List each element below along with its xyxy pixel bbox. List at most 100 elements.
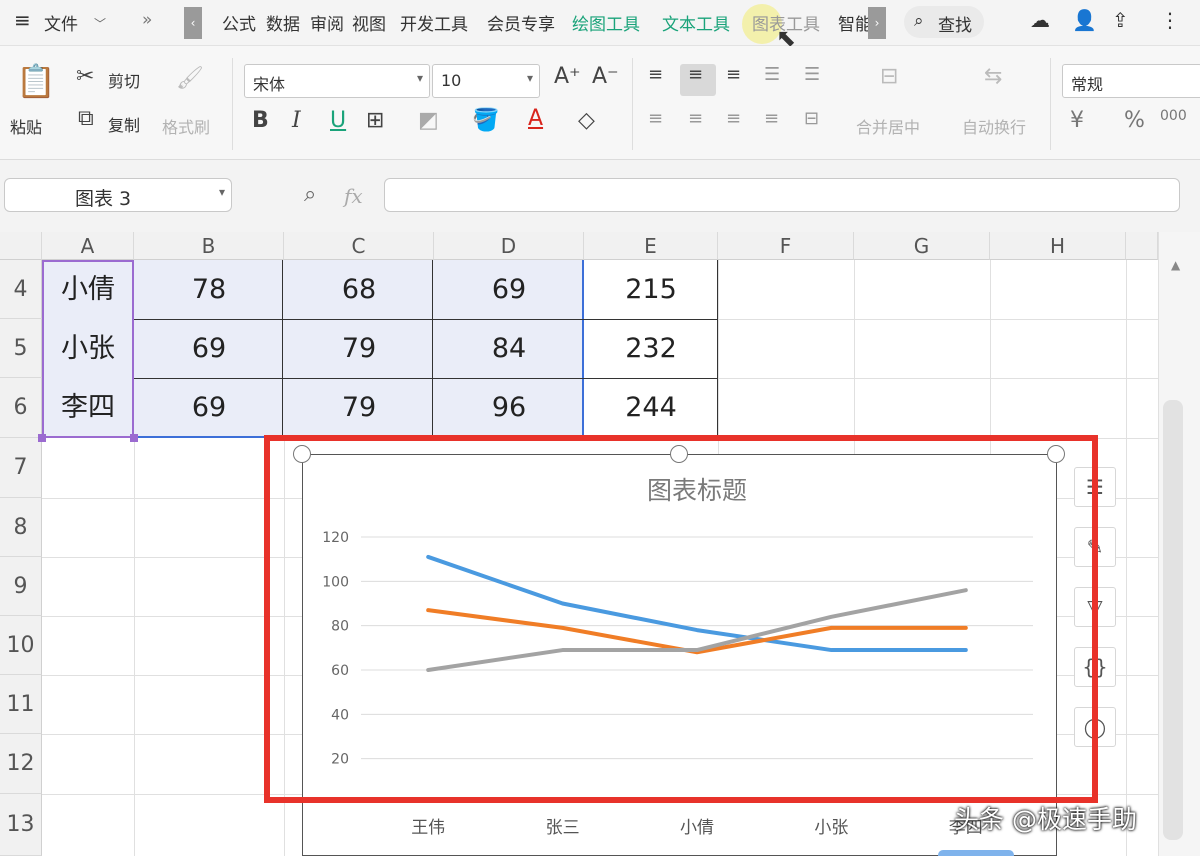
column-header[interactable]: H <box>990 232 1126 260</box>
wrap-text-button[interactable]: 自动换行 <box>962 114 1026 138</box>
bold-button[interactable]: B <box>252 108 269 133</box>
column-header[interactable]: D <box>434 232 584 260</box>
number-format-select[interactable]: 常规 <box>1062 64 1200 98</box>
cell[interactable]: 79 <box>284 319 434 378</box>
tab-drawing-tools[interactable]: 绘图工具 <box>572 10 640 35</box>
copy-button[interactable]: 复制 <box>108 112 140 136</box>
name-box[interactable]: 图表 3 ▾ <box>4 178 232 212</box>
cell[interactable]: 68 <box>284 260 434 319</box>
cell[interactable]: 69 <box>134 378 284 438</box>
column-header <box>1126 232 1158 260</box>
format-painter-button[interactable]: 格式刷 <box>162 114 210 138</box>
paste-button[interactable]: 粘贴 <box>10 114 42 138</box>
border-icon[interactable]: ⊞ <box>366 108 384 133</box>
row-header[interactable]: 4 <box>0 260 42 319</box>
cell[interactable]: 232 <box>584 319 718 378</box>
scroll-left-button[interactable]: ‹ <box>184 7 202 39</box>
hamburger-icon[interactable]: ≡ <box>14 8 31 32</box>
column-header[interactable]: F <box>718 232 854 260</box>
scroll-up-icon[interactable]: ▲ <box>1171 258 1180 272</box>
cell[interactable]: 小张 <box>42 319 134 378</box>
copy-icon[interactable]: ⧉ <box>78 106 94 131</box>
underline-button[interactable]: U <box>330 108 346 133</box>
zoom-icon[interactable]: ⌕ <box>304 182 316 207</box>
tab-developer[interactable]: 开发工具 <box>400 10 468 35</box>
align-bottom-icon[interactable]: ≡ <box>726 64 741 85</box>
merge-icon[interactable]: ⊟ <box>880 64 898 89</box>
tab-formula[interactable]: 公式 <box>222 10 256 35</box>
align-left-icon[interactable]: ≡ <box>648 108 663 129</box>
row-header[interactable]: 8 <box>0 498 42 557</box>
formula-input[interactable] <box>384 178 1180 212</box>
more-icon[interactable]: ⋮ <box>1160 8 1180 32</box>
floating-button[interactable] <box>938 850 1014 856</box>
cut-button[interactable]: 剪切 <box>108 68 140 92</box>
currency-icon[interactable]: ¥ <box>1070 108 1084 133</box>
cloud-sync-icon[interactable]: ☁ <box>1030 8 1050 32</box>
select-all-corner[interactable] <box>0 232 42 260</box>
share-icon[interactable]: ⇪ <box>1112 8 1129 32</box>
cell[interactable]: 96 <box>434 378 584 438</box>
column-header[interactable]: B <box>134 232 284 260</box>
align-right-icon[interactable]: ≡ <box>726 108 741 129</box>
cell[interactable]: 79 <box>284 378 434 438</box>
decrease-font-icon[interactable]: A⁻ <box>592 64 619 89</box>
tab-member[interactable]: 会员专享 <box>487 10 555 35</box>
font-name-select[interactable]: 宋体 ▾ <box>244 64 430 98</box>
column-header[interactable]: E <box>584 232 718 260</box>
row-header[interactable]: 7 <box>0 438 42 498</box>
outdent-icon[interactable]: ☰ <box>804 64 820 85</box>
clipboard-icon[interactable]: 📋 <box>16 62 56 100</box>
wrap-icon[interactable]: ⇆ <box>984 64 1002 89</box>
row-header[interactable]: 5 <box>0 319 42 378</box>
vertical-scrollbar[interactable]: ▲ <box>1158 232 1200 856</box>
row-header[interactable]: 11 <box>0 675 42 734</box>
eraser-icon[interactable]: ◇ <box>578 108 595 133</box>
cell[interactable]: 215 <box>584 260 718 319</box>
fill-color-icon[interactable]: 🪣 <box>472 108 499 133</box>
cell[interactable]: 69 <box>134 319 284 378</box>
row-header[interactable]: 10 <box>0 616 42 675</box>
cell[interactable]: 78 <box>134 260 284 319</box>
tab-data[interactable]: 数据 <box>266 10 300 35</box>
tab-view[interactable]: 视图 <box>352 10 386 35</box>
add-user-icon[interactable]: 👤 <box>1072 8 1097 32</box>
increase-font-icon[interactable]: A⁺ <box>554 64 581 89</box>
align-center-icon[interactable]: ≡ <box>688 108 703 129</box>
distribute-icon[interactable]: ⊟ <box>804 108 819 129</box>
justify-icon[interactable]: ≡ <box>764 108 779 129</box>
cell[interactable]: 84 <box>434 319 584 378</box>
chevron-down-icon[interactable]: ﹀ <box>94 15 106 32</box>
tab-review[interactable]: 审阅 <box>310 10 344 35</box>
more-tabs-icon[interactable]: » <box>142 10 152 30</box>
merge-center-button[interactable]: 合并居中 <box>856 114 920 138</box>
cell[interactable]: 244 <box>584 378 718 438</box>
percent-icon[interactable]: % <box>1124 108 1145 133</box>
column-header[interactable]: G <box>854 232 990 260</box>
shape-style-icon[interactable]: ◩ <box>418 108 439 133</box>
tab-smart[interactable]: 智能 <box>838 10 872 35</box>
row-header[interactable]: 9 <box>0 557 42 616</box>
scissors-icon[interactable]: ✂ <box>76 64 94 89</box>
cell[interactable]: 小倩 <box>42 260 134 319</box>
file-menu[interactable]: 文件 <box>44 10 78 35</box>
italic-button[interactable]: I <box>292 108 301 133</box>
search-box[interactable]: ⌕ 查找 <box>904 6 984 38</box>
tab-text-tools[interactable]: 文本工具 <box>662 10 730 35</box>
font-size-select[interactable]: 10 ▾ <box>432 64 540 98</box>
row-header[interactable]: 13 <box>0 794 42 856</box>
row-header[interactable]: 6 <box>0 378 42 438</box>
column-header[interactable]: C <box>284 232 434 260</box>
thousands-icon[interactable]: 000 <box>1160 108 1187 124</box>
brush-icon[interactable]: 🖌 <box>176 66 204 91</box>
align-top-icon[interactable]: ≡ <box>648 64 663 85</box>
column-header[interactable]: A <box>42 232 134 260</box>
row-header[interactable]: 12 <box>0 734 42 794</box>
scrollbar-thumb[interactable] <box>1163 400 1183 840</box>
fx-icon[interactable]: fx <box>344 184 363 208</box>
cell[interactable]: 李四 <box>42 378 134 438</box>
font-color-button[interactable]: A <box>528 106 543 131</box>
cell[interactable]: 69 <box>434 260 584 319</box>
scroll-right-button[interactable]: › <box>868 7 886 39</box>
indent-icon[interactable]: ☰ <box>764 64 780 85</box>
